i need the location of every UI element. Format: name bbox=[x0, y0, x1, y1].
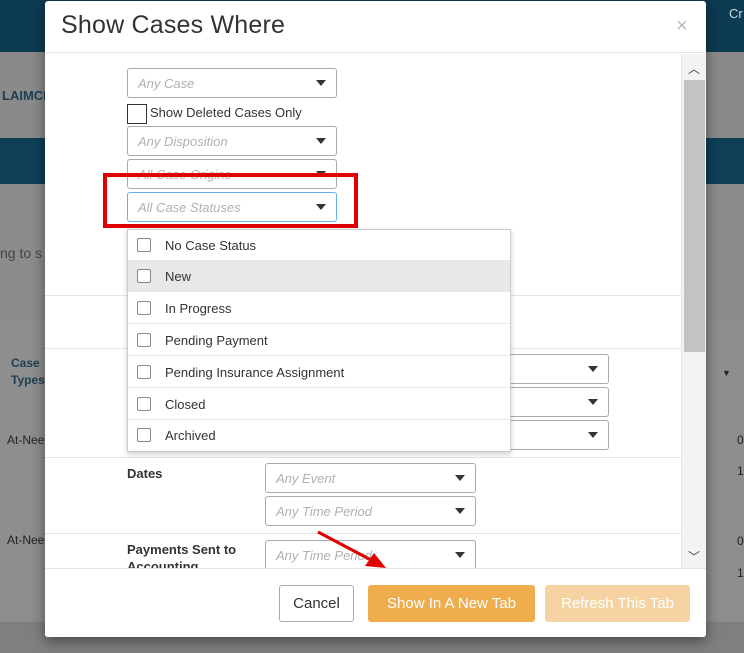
table-row: At-Nee bbox=[7, 433, 45, 447]
show-deleted-checkbox[interactable] bbox=[127, 104, 147, 124]
date-event-select[interactable]: Any Event bbox=[265, 463, 476, 493]
status-option-label: New bbox=[165, 269, 192, 284]
case-statuses-select[interactable]: All Case Statuses bbox=[127, 192, 337, 222]
status-option-closed[interactable]: Closed bbox=[128, 389, 510, 420]
status-option-label: Pending Payment bbox=[165, 333, 268, 348]
chevron-down-icon bbox=[455, 552, 465, 558]
show-cases-modal: Show Cases Where × Any Case Show Deleted… bbox=[45, 1, 706, 637]
dates-label: Dates bbox=[127, 466, 163, 481]
search-fragment: ng to s bbox=[0, 245, 43, 261]
status-option-label: Archived bbox=[165, 428, 216, 443]
payments-label: Payments Sent to Accounting bbox=[127, 542, 237, 568]
status-checkbox[interactable] bbox=[137, 397, 151, 411]
chevron-down-icon bbox=[316, 204, 326, 210]
disposition-select[interactable]: Any Disposition bbox=[127, 126, 337, 156]
refresh-this-tab-button[interactable]: Refresh This Tab bbox=[545, 585, 690, 622]
status-option-label: In Progress bbox=[165, 301, 232, 316]
modal-header: Show Cases Where × bbox=[45, 1, 706, 53]
chevron-down-icon bbox=[455, 508, 465, 514]
modal-scrollbar[interactable]: ︿ ﹀ bbox=[681, 54, 706, 568]
status-checkbox[interactable] bbox=[137, 301, 151, 315]
status-checkbox[interactable] bbox=[137, 269, 151, 283]
section-divider bbox=[45, 533, 681, 534]
show-in-new-tab-button[interactable]: Show In A New Tab bbox=[368, 585, 535, 622]
status-checkbox[interactable] bbox=[137, 333, 151, 347]
table-cell: 0 bbox=[737, 433, 744, 447]
status-option-pending-insurance[interactable]: Pending Insurance Assignment bbox=[128, 357, 510, 388]
chevron-down-icon[interactable]: ﹀ bbox=[688, 548, 700, 565]
case-select[interactable]: Any Case bbox=[127, 68, 337, 98]
case-statuses-select-value: All Case Statuses bbox=[138, 200, 241, 215]
payments-period-select-value: Any Time Period bbox=[276, 548, 372, 563]
show-deleted-label: Show Deleted Cases Only bbox=[150, 105, 302, 120]
close-icon[interactable]: × bbox=[676, 15, 688, 38]
payments-period-select[interactable]: Any Time Period bbox=[265, 540, 476, 568]
section-divider bbox=[45, 457, 681, 458]
status-option-pending-payment[interactable]: Pending Payment bbox=[128, 325, 510, 356]
date-period-select-value: Any Time Period bbox=[276, 504, 372, 519]
modal-footer: Cancel Show In A New Tab Refresh This Ta… bbox=[45, 568, 706, 637]
chevron-down-icon bbox=[316, 80, 326, 86]
table-cell: 0 bbox=[737, 534, 744, 548]
case-status-dropdown: No Case Status New In Progress Pending P… bbox=[127, 229, 511, 452]
status-checkbox[interactable] bbox=[137, 365, 151, 379]
status-checkbox[interactable] bbox=[137, 238, 151, 252]
chevron-down-icon bbox=[588, 366, 598, 372]
status-option-label: Closed bbox=[165, 397, 206, 412]
modal-body: Any Case Show Deleted Cases Only Any Dis… bbox=[45, 54, 706, 568]
status-option-archived[interactable]: Archived bbox=[128, 420, 510, 451]
status-option-label: No Case Status bbox=[165, 238, 257, 253]
status-option-new[interactable]: New bbox=[128, 261, 510, 292]
modal-title: Show Cases Where bbox=[61, 11, 286, 39]
case-types-header: Case Types bbox=[11, 356, 45, 387]
case-select-value: Any Case bbox=[138, 76, 195, 91]
date-event-select-value: Any Event bbox=[276, 471, 336, 486]
top-bar-text: Cr bbox=[729, 6, 743, 21]
disposition-select-value: Any Disposition bbox=[138, 134, 228, 149]
chevron-up-icon[interactable]: ︿ bbox=[688, 60, 700, 77]
chevron-down-icon bbox=[455, 475, 465, 481]
table-cell: 12 bbox=[737, 566, 744, 580]
scroll-thumb[interactable] bbox=[684, 80, 705, 352]
status-option-no-case-status[interactable]: No Case Status bbox=[128, 230, 510, 261]
table-cell: 12 bbox=[737, 464, 744, 478]
status-option-in-progress[interactable]: In Progress bbox=[128, 293, 510, 324]
date-period-select[interactable]: Any Time Period bbox=[265, 496, 476, 526]
cancel-button[interactable]: Cancel bbox=[279, 585, 354, 622]
chevron-down-icon bbox=[588, 399, 598, 405]
column-caret-icon: ▼ bbox=[722, 368, 731, 378]
chevron-down-icon bbox=[316, 138, 326, 144]
status-option-label: Pending Insurance Assignment bbox=[165, 365, 345, 380]
table-row: At-Nee bbox=[7, 533, 45, 547]
chevron-down-icon bbox=[588, 432, 598, 438]
status-checkbox[interactable] bbox=[137, 428, 151, 442]
